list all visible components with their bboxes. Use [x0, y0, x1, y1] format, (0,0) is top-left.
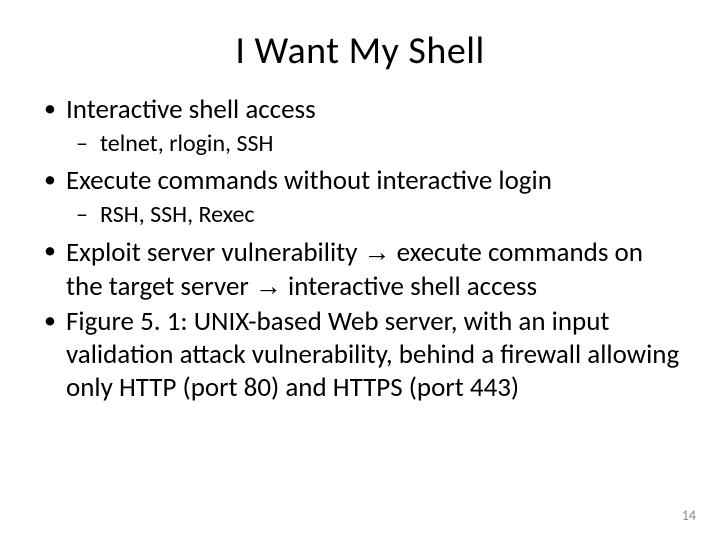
- sub-bullet-item: RSH, SSH, Rexec: [66, 200, 684, 230]
- bullet-text: Interactive shell access: [66, 93, 316, 126]
- bullet-text: Execute commands without interactive log…: [66, 164, 552, 197]
- bullet-item-3: Exploit server vulnerability → execute c…: [36, 236, 684, 304]
- bullet-text-part: interactive shell access: [282, 270, 537, 303]
- bullet-list-level2: telnet, rlogin, SSH: [66, 129, 684, 159]
- bullet-item-2: Execute commands without interactive log…: [36, 165, 684, 230]
- sub-bullet-text: RSH, SSH, Rexec: [100, 200, 255, 229]
- bullet-item-4: Figure 5. 1: UNIX-based Web server, with…: [36, 306, 684, 405]
- bullet-item-1: Interactive shell access telnet, rlogin,…: [36, 94, 684, 159]
- bullet-text-part: Exploit server vulnerability: [66, 236, 364, 269]
- arrow-icon: →: [255, 271, 282, 301]
- bullet-list-level2: RSH, SSH, Rexec: [66, 200, 684, 230]
- sub-bullet-text: telnet, rlogin, SSH: [100, 129, 273, 158]
- slide-container: I Want My Shell Interactive shell access…: [0, 0, 720, 540]
- page-number: 14: [682, 507, 696, 524]
- bullet-list-level1: Interactive shell access telnet, rlogin,…: [36, 94, 684, 405]
- bullet-text: Figure 5. 1: UNIX-based Web server, with…: [66, 305, 679, 404]
- arrow-icon: →: [364, 237, 391, 267]
- sub-bullet-item: telnet, rlogin, SSH: [66, 129, 684, 159]
- slide-title: I Want My Shell: [36, 28, 684, 74]
